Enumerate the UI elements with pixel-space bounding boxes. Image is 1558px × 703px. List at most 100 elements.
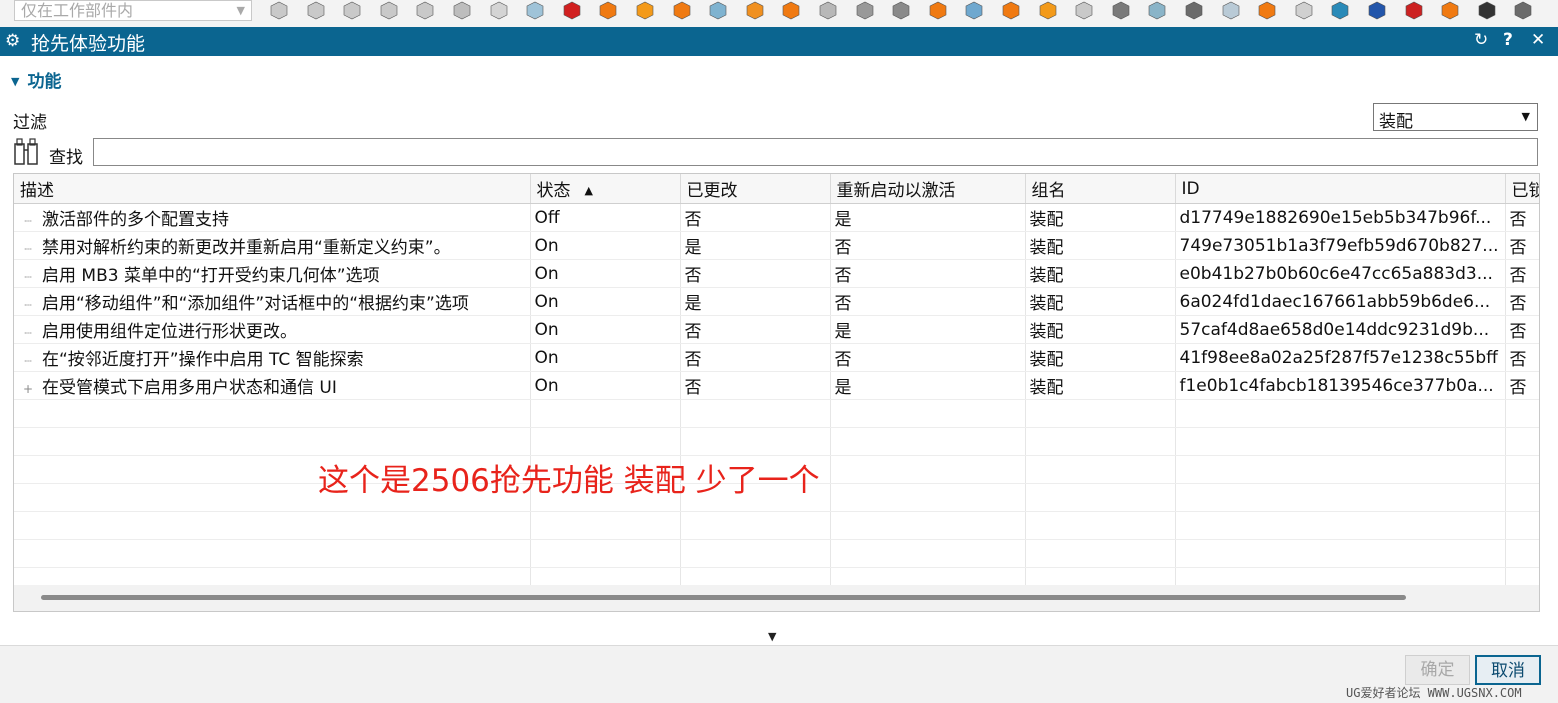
cylinder-icon[interactable] xyxy=(817,0,839,20)
table-row[interactable]: ┈ 启用使用组件定位进行形状更改。 On 否是装配 57caf4d8ae658d0e14… xyxy=(14,315,1539,344)
empty-cell xyxy=(830,483,1026,512)
cell-id: 749e73051b1a3f79efb59d670b827... xyxy=(1175,231,1506,260)
edge-icon[interactable] xyxy=(1146,0,1168,20)
orange-curve-icon[interactable] xyxy=(1037,0,1059,20)
no-entry-icon[interactable] xyxy=(561,0,583,20)
column-header-restart[interactable]: 重新启动以激活 xyxy=(830,174,1026,204)
cancel-button[interactable]: 取消 xyxy=(1475,655,1541,685)
gray-face-icon[interactable] xyxy=(1073,0,1095,20)
orange-face-icon[interactable] xyxy=(744,0,766,20)
chevron-down-icon[interactable]: ▼ xyxy=(1522,110,1530,123)
column-header-status[interactable]: 状态 ▲ xyxy=(530,174,681,204)
feature-icon[interactable] xyxy=(305,0,327,20)
cell-group: 装配 xyxy=(1025,371,1176,400)
group-filter-select[interactable]: 装配 ▼ xyxy=(1373,103,1538,132)
column-header-changed[interactable]: 已更改 xyxy=(680,174,831,204)
column-header-locked[interactable]: 已锁 xyxy=(1505,174,1539,204)
cell-description: + 在受管模式下启用多用户状态和通信 UI xyxy=(14,371,531,400)
table-row[interactable]: ┈ 启用 MB3 菜单中的“打开受约束几何体”选项 On 否否装配 e0b41b27b0… xyxy=(14,259,1539,288)
cell-id: f1e0b1c4fabcb18139546ce377b0a... xyxy=(1175,371,1506,400)
orange-solid-icon[interactable] xyxy=(927,0,949,20)
stack-icon[interactable] xyxy=(1256,0,1278,20)
selection-scope-combo[interactable]: 仅在工作部件内 ▼ xyxy=(14,0,252,21)
datum-icon[interactable] xyxy=(1366,0,1388,20)
point-snap-icon[interactable] xyxy=(451,0,473,20)
empty-cell xyxy=(680,539,831,568)
shaded-box-icon[interactable] xyxy=(671,0,693,20)
cell-locked: 否 xyxy=(1505,371,1539,400)
row-description-text: 在受管模式下启用多用户状态和通信 UI xyxy=(42,378,337,398)
cell-status: On xyxy=(530,315,681,344)
table-row[interactable]: + 在受管模式下启用多用户状态和通信 UI On 否是装配 f1e0b1c4fabcb1… xyxy=(14,371,1539,400)
triangle-view-icon[interactable] xyxy=(1183,0,1205,20)
empty-table-row xyxy=(14,399,1539,428)
empty-cell xyxy=(830,399,1026,428)
face-select-icon[interactable] xyxy=(268,0,290,20)
cell-restart: 否 xyxy=(830,343,1026,372)
chevron-down-icon[interactable]: ▼ xyxy=(237,1,245,21)
empty-cell xyxy=(1025,483,1176,512)
dialog-titlebar: ⚙ 抢先体验功能 ↻ ? ✕ xyxy=(0,27,1558,56)
reset-icon[interactable]: ↻ xyxy=(1474,30,1488,50)
close-icon[interactable]: ✕ xyxy=(1531,30,1545,50)
orange-box-icon[interactable] xyxy=(597,0,619,20)
dialog-title: 抢先体验功能 xyxy=(31,33,146,55)
empty-cell xyxy=(1025,539,1176,568)
spline-icon[interactable] xyxy=(1329,0,1351,20)
orange-block-icon[interactable] xyxy=(1439,0,1461,20)
cell-locked: 否 xyxy=(1505,259,1539,288)
curve-select-icon[interactable] xyxy=(341,0,363,20)
frame-icon[interactable] xyxy=(1476,0,1498,20)
cell-restart: 是 xyxy=(830,315,1026,344)
ok-button[interactable]: 确定 xyxy=(1405,655,1470,685)
tree-expand-icon[interactable]: + xyxy=(14,382,42,396)
snap-icon[interactable] xyxy=(378,0,400,20)
cell-description: ┈ 启用“移动组件”和“添加组件”对话框中的“根据约束”选项 xyxy=(14,287,531,316)
body-icon[interactable] xyxy=(414,0,436,20)
tree-connector-icon: ┈ xyxy=(24,354,32,368)
cell-changed: 否 xyxy=(680,343,831,372)
block-icon[interactable] xyxy=(488,0,510,20)
horizontal-scrollbar[interactable] xyxy=(14,585,1539,611)
table-header-row: 描述 状态▲ 已更改 重新启动以激活 组名 ID 已锁 xyxy=(14,174,1539,204)
plane-icon[interactable] xyxy=(707,0,729,20)
collapse-triangle-icon[interactable]: ▼ xyxy=(11,75,19,88)
expand-more-icon[interactable]: ▼ xyxy=(768,630,776,643)
scrollbar-thumb[interactable] xyxy=(41,595,1406,600)
table-row[interactable]: ┈ 激活部件的多个配置支持 Off 否是装配 d17749e1882690e15eb5b… xyxy=(14,203,1539,232)
forum-watermark: UG爱好者论坛 WWW.UGSNX.COM xyxy=(1346,686,1522,700)
table-row[interactable]: ┈ 启用“移动组件”和“添加组件”对话框中的“根据约束”选项 On 是否装配 6a024… xyxy=(14,287,1539,316)
table-row[interactable]: ┈ 禁用对解析约束的新更改并重新启用“重新定义约束”。 On 是否装配 749e7305… xyxy=(14,231,1539,260)
cell-locked: 否 xyxy=(1505,231,1539,260)
cell-changed: 否 xyxy=(680,203,831,232)
csys-icon[interactable] xyxy=(1403,0,1425,20)
cell-id: e0b41b27b0b60c6e47cc65a883d3... xyxy=(1175,259,1506,288)
view-icon[interactable] xyxy=(1512,0,1534,20)
section-header-features[interactable]: ▼ 功能 xyxy=(11,67,61,92)
selection-scope-value: 仅在工作部件内 xyxy=(21,1,134,20)
cube-icon[interactable] xyxy=(1293,0,1315,20)
assembly-icon[interactable] xyxy=(854,0,876,20)
search-input[interactable] xyxy=(93,138,1538,166)
cell-changed: 是 xyxy=(680,231,831,260)
layers-icon[interactable] xyxy=(780,0,802,20)
block-cube-icon[interactable] xyxy=(524,0,546,20)
sheet-icon[interactable] xyxy=(963,0,985,20)
pipe-icon[interactable] xyxy=(890,0,912,20)
cell-status: On xyxy=(530,259,681,288)
sphere-icon[interactable] xyxy=(1220,0,1242,20)
column-header-group[interactable]: 组名 xyxy=(1025,174,1176,204)
orange-tile-icon[interactable] xyxy=(1000,0,1022,20)
empty-cell xyxy=(530,511,681,540)
column-header-id[interactable]: ID xyxy=(1175,174,1506,204)
cell-description: ┈ 激活部件的多个配置支持 xyxy=(14,203,531,232)
empty-cell xyxy=(1505,455,1539,484)
empty-cell xyxy=(530,427,681,456)
table-row[interactable]: ┈ 在“按邻近度打开”操作中启用 TC 智能探索 On 否否装配 41f98ee8a02… xyxy=(14,343,1539,372)
help-icon[interactable]: ? xyxy=(1503,30,1513,50)
column-header-description[interactable]: 描述 xyxy=(14,174,531,204)
section-icon[interactable] xyxy=(1110,0,1132,20)
cell-changed: 否 xyxy=(680,259,831,288)
orange-sheet-icon[interactable] xyxy=(634,0,656,20)
cell-locked: 否 xyxy=(1505,203,1539,232)
